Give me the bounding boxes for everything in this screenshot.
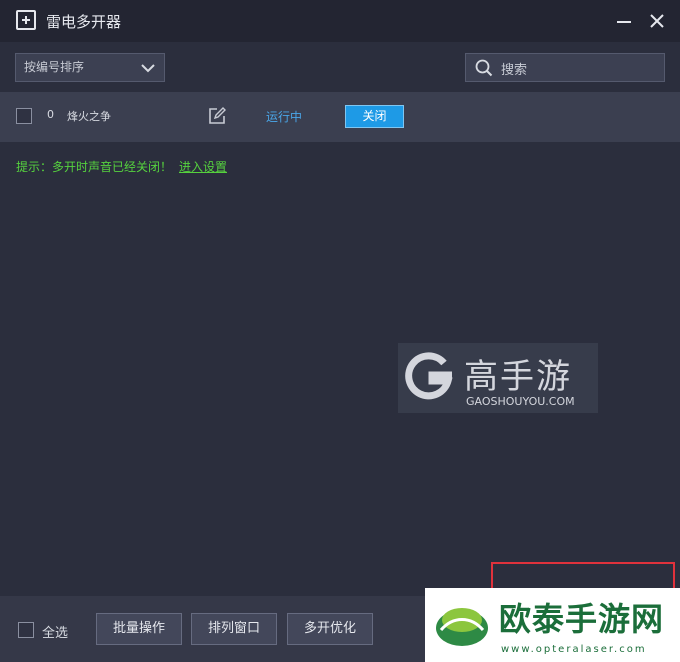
- otai-logo-icon: [436, 608, 488, 646]
- instance-row: 0 烽火之争 运行中 关闭: [0, 92, 680, 142]
- select-all-label: 全选: [42, 626, 69, 641]
- chevron-down-icon: [141, 64, 155, 73]
- sort-dropdown[interactable]: 按编号排序: [15, 53, 165, 82]
- instance-status: 运行中: [266, 110, 303, 124]
- sort-value: 按编号排序: [24, 60, 85, 74]
- batch-operation-button[interactable]: 批量操作: [96, 613, 182, 645]
- window-title: 雷电多开器: [46, 13, 122, 31]
- title-bar: 雷电多开器: [0, 0, 680, 42]
- settings-link[interactable]: 进入设置: [179, 158, 227, 175]
- sound-notice: 提示：多开时声音已经关闭！: [16, 160, 173, 174]
- select-all-checkbox[interactable]: [18, 622, 34, 638]
- instance-close-button[interactable]: 关闭: [345, 105, 404, 128]
- gaoshouyou-logo-icon: [405, 352, 453, 400]
- watermark-otai: 欧泰手游网 www.opteralaser.com: [425, 588, 680, 662]
- multi-optimize-button[interactable]: 多开优化: [287, 613, 373, 645]
- search-placeholder: 搜索: [501, 63, 528, 78]
- minimize-button[interactable]: [611, 8, 637, 34]
- watermark-en: GAOSHOUYOU.COM: [466, 395, 575, 408]
- watermark-gaoshouyou: 高手游 GAOSHOUYOU.COM: [398, 343, 598, 413]
- close-button[interactable]: [644, 8, 670, 34]
- close-icon: [650, 14, 664, 28]
- watermark-cn: 高手游: [464, 357, 572, 397]
- instance-checkbox[interactable]: [16, 108, 32, 124]
- edit-icon[interactable]: [208, 107, 226, 125]
- search-icon: [475, 59, 493, 77]
- app-add-icon: [16, 10, 36, 30]
- watermark-cn: 欧泰手游网: [499, 600, 665, 638]
- arrange-windows-button[interactable]: 排列窗口: [191, 613, 277, 645]
- search-input[interactable]: 搜索: [465, 53, 665, 82]
- instance-number: 0: [47, 108, 54, 121]
- toolbar: 按编号排序 搜索: [0, 42, 680, 92]
- watermark-en: www.opteralaser.com: [501, 644, 647, 655]
- instance-name: 烽火之争: [67, 110, 111, 123]
